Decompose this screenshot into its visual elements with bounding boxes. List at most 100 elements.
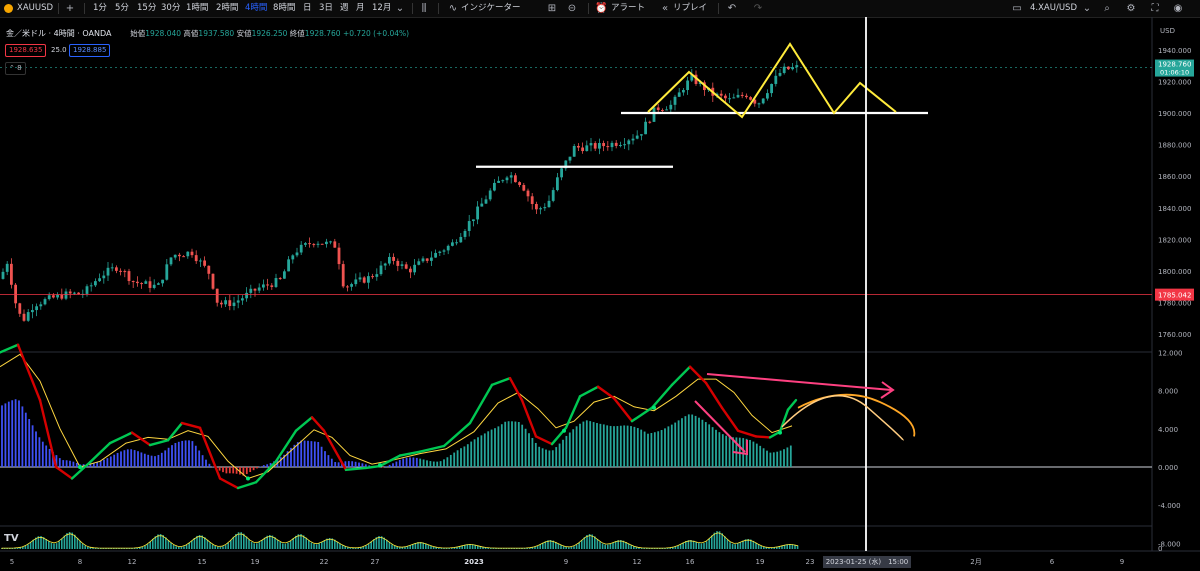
candle (438, 251, 442, 253)
camera-icon[interactable]: ◉ (1171, 0, 1185, 17)
fullscreen-icon[interactable]: ⛶ (1148, 0, 1162, 17)
volume-bar (79, 540, 81, 549)
candle (350, 284, 353, 287)
candle (728, 98, 731, 100)
volume-bar (326, 538, 328, 549)
add-symbol-icon[interactable]: + (63, 0, 77, 17)
time-tick-label: 22 (320, 558, 329, 566)
replay-icon[interactable]: « (659, 0, 671, 17)
oscillator-bar (545, 449, 547, 467)
layout-chevron-icon[interactable]: ⌄ (1082, 0, 1092, 17)
interval-30m[interactable]: 30分 (161, 0, 180, 17)
candle (64, 291, 68, 299)
oscillator-bar (279, 457, 282, 467)
candlestick-series (1, 60, 799, 322)
script-icon[interactable]: ⊝ (565, 0, 579, 17)
oscillator-bar (779, 450, 782, 467)
oscillator-bar (613, 426, 615, 467)
macd-line-segment (344, 466, 368, 472)
alarm-icon[interactable]: ⏰ (595, 0, 607, 17)
candle (560, 168, 563, 178)
volume-bar (742, 540, 744, 549)
buy-price-box[interactable]: 1928.885 (69, 44, 111, 57)
templates-icon[interactable]: ⊞ (545, 0, 559, 17)
candle (480, 203, 484, 207)
layout-name[interactable]: 4.XAU/USD (1030, 0, 1077, 17)
interval-4h[interactable]: 4時間 (245, 0, 267, 17)
chevron-down-icon[interactable]: ⌄ (395, 0, 405, 17)
volume-bar (396, 546, 398, 549)
oscillator-bar (528, 433, 530, 467)
volume-bar (224, 545, 227, 549)
alert-button[interactable]: アラート (611, 0, 645, 17)
candle (194, 255, 198, 262)
candle (472, 219, 475, 222)
volume-bar (393, 545, 396, 549)
candle (430, 257, 433, 261)
volume-bar (217, 546, 219, 549)
gear-icon[interactable]: ⚙ (1124, 0, 1138, 17)
interval-1d[interactable]: 日 (303, 0, 312, 17)
volume-bar (170, 542, 172, 549)
volume-bar (713, 532, 716, 549)
price-tick-label: 1780.000 (1158, 300, 1191, 308)
legend-collapse-count: 8 (17, 64, 22, 72)
volume-bar (178, 546, 180, 549)
candle (497, 180, 500, 183)
sell-price-box[interactable]: 1928.635 (5, 44, 47, 57)
interval-5m[interactable]: 5分 (115, 0, 129, 17)
candle (724, 95, 727, 99)
interval-1m[interactable]: 1分 (93, 0, 107, 17)
oscillator-bar (511, 421, 513, 467)
oscillator-bar (419, 458, 422, 467)
indicators-icon[interactable]: ∿ (446, 0, 460, 17)
volume-bar (726, 539, 729, 549)
interval-1mo[interactable]: 月 (356, 0, 365, 17)
candle (383, 263, 387, 266)
oscillator-bar (698, 417, 700, 467)
oscillator-bar (201, 455, 204, 467)
oscillator-bar (147, 454, 150, 467)
redo-icon[interactable]: ↷ (751, 0, 765, 17)
replay-button[interactable]: リプレイ (673, 0, 707, 17)
undo-icon[interactable]: ↶ (725, 0, 739, 17)
oscillator-bar (14, 399, 17, 467)
interval-2h[interactable]: 2時間 (216, 0, 238, 17)
oscillator-bar (432, 461, 435, 467)
indicators-button[interactable]: インジケーター (461, 0, 521, 17)
oscillator-bar (640, 429, 643, 467)
candle-style-icon[interactable]: ⫼ (417, 0, 431, 17)
oscillator-bar (677, 420, 680, 467)
layout-icon[interactable]: ▭ (1010, 0, 1024, 17)
interval-8h[interactable]: 8時間 (273, 0, 295, 17)
volume-bar (378, 536, 380, 549)
interval-3d[interactable]: 3日 (319, 0, 333, 17)
volume-bar (596, 538, 599, 549)
volume-bar (261, 540, 263, 549)
interval-15m[interactable]: 15分 (137, 0, 156, 17)
price-tick-label: 1900.000 (1158, 110, 1191, 118)
volume-bar (253, 543, 255, 549)
macd-line-segment (274, 429, 298, 463)
time-tick-label: 27 (371, 558, 380, 566)
volume-bar (214, 545, 216, 549)
chart-area[interactable]: 1940.0001920.0001900.0001880.0001860.000… (0, 17, 1200, 571)
volume-bar (167, 540, 170, 549)
oscillator-bar (721, 434, 724, 467)
oscillator-bar (752, 441, 755, 467)
interval-1w[interactable]: 週 (340, 0, 349, 17)
bar-countdown-label: 01:06:10 (1160, 69, 1189, 77)
macd-line-segment (180, 421, 202, 430)
oscillator-bar (596, 423, 598, 467)
search-icon[interactable]: ⌕ (1100, 0, 1114, 17)
oscillator-bar (388, 464, 391, 467)
candle (354, 279, 358, 285)
interval-12mo[interactable]: 12月 (372, 0, 391, 17)
candle (589, 143, 593, 146)
legend-collapse-button[interactable]: ⌃ 8 (5, 62, 26, 75)
interval-1h[interactable]: 1時間 (186, 0, 208, 17)
candle (165, 264, 169, 280)
symbol-search-button[interactable]: XAUUSD (17, 0, 53, 17)
volume-bar (560, 545, 562, 549)
oscillator-bar (783, 449, 785, 467)
